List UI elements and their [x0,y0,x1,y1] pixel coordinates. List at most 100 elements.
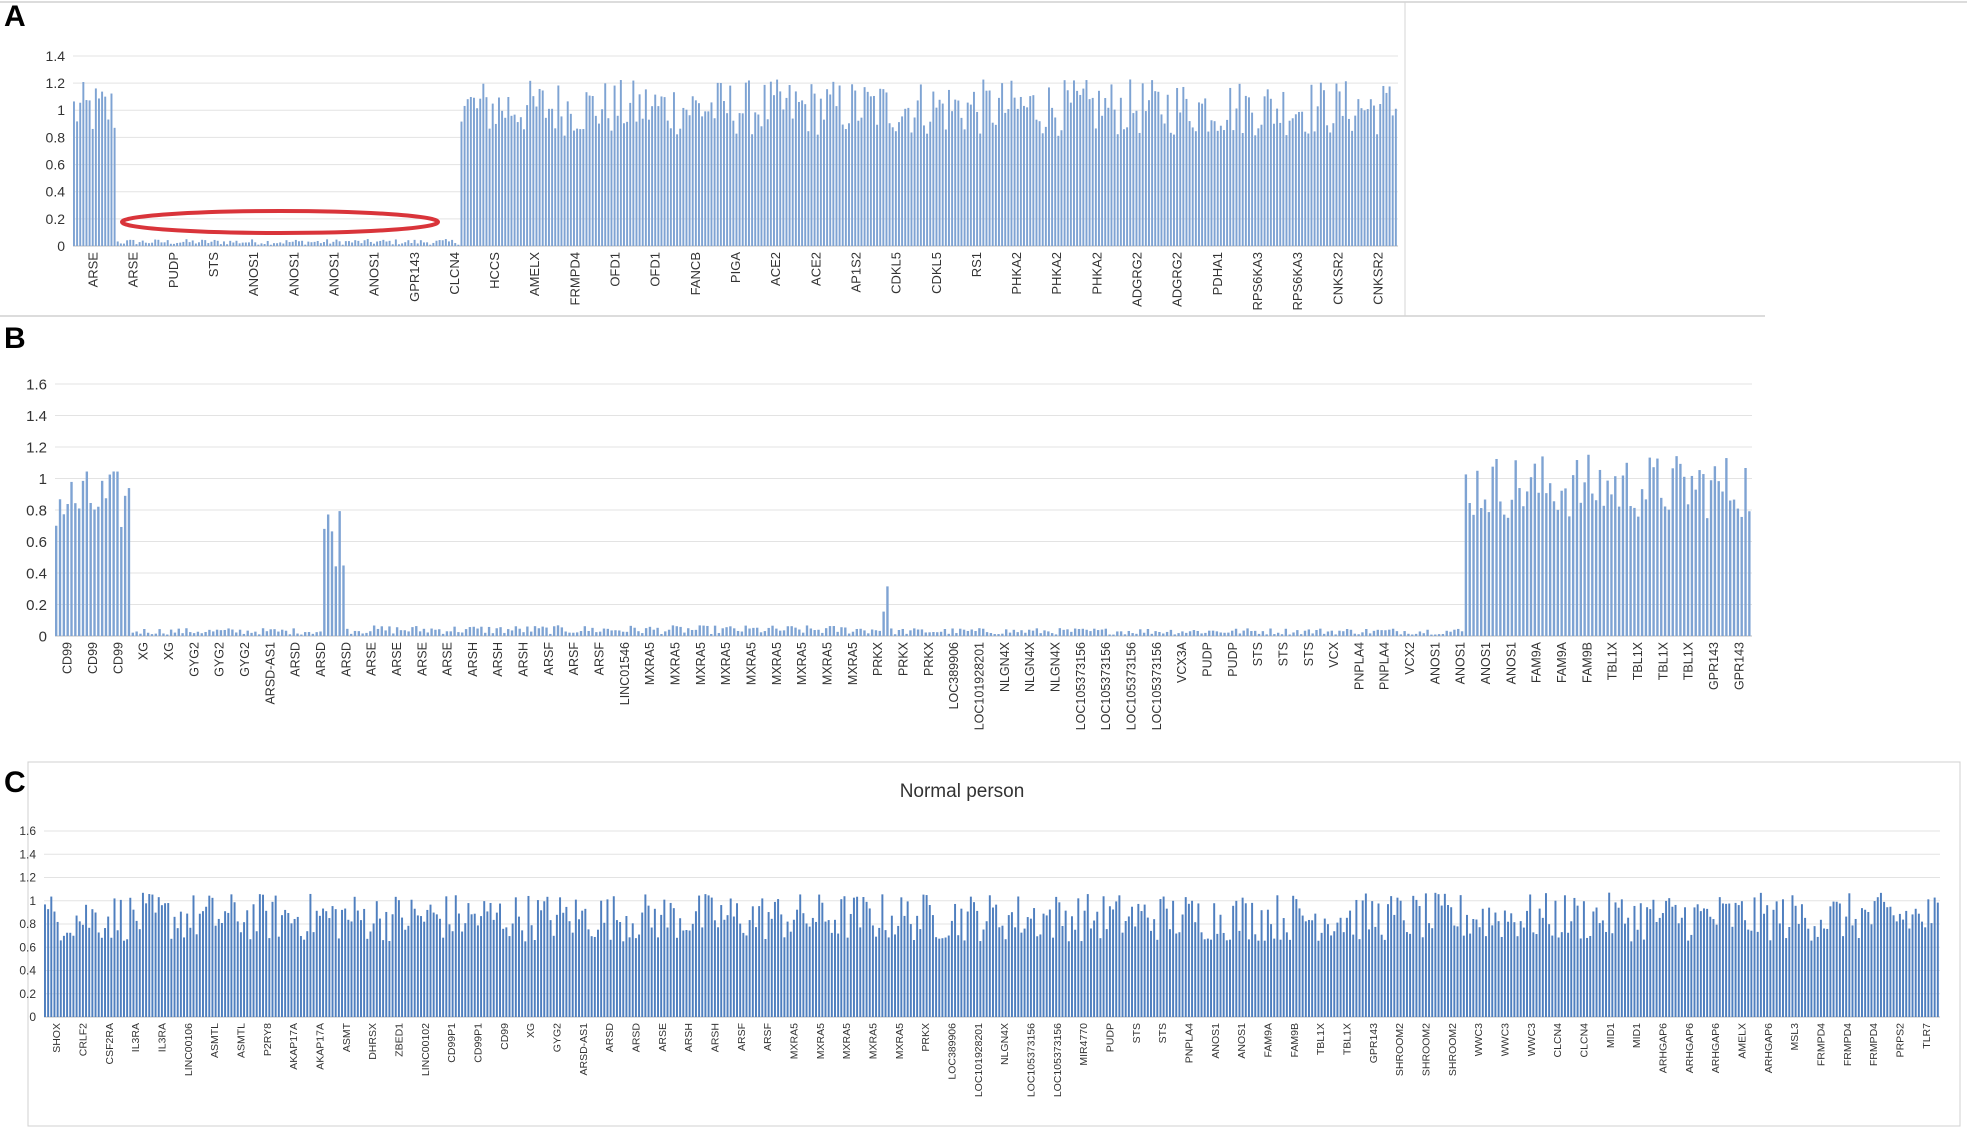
x-tick-label: MXRA5 [841,1023,853,1059]
data-bar [66,504,69,636]
data-bar [1457,628,1460,636]
data-bar [1936,902,1939,1017]
data-bar [1127,916,1130,1017]
data-bar [1380,934,1383,1017]
data-bar [143,629,146,636]
data-bar [1335,83,1338,246]
data-bar [146,632,150,636]
data-bar [992,907,994,1017]
data-bar [1644,499,1648,636]
data-bar [160,242,163,246]
data-bar [1254,934,1257,1017]
data-bar [1307,629,1311,636]
data-bar [1044,126,1047,246]
data-bar [1257,633,1261,636]
data-bar [1179,112,1182,247]
data-bar [1342,631,1345,636]
data-bar [582,129,585,246]
data-bar [298,241,300,246]
data-bar [158,629,161,636]
data-bar [1377,903,1380,1017]
data-bar [1694,489,1697,636]
data-bar [598,631,602,636]
data-bar [922,894,925,1017]
data-bar [244,242,247,246]
data-bar [1391,628,1395,636]
data-bar [1608,892,1611,1017]
data-bar [439,918,441,1017]
data-bar [732,120,735,246]
data-bar [1587,454,1590,636]
x-tick-label: CLCN4 [1579,1023,1591,1058]
data-bar [1361,632,1364,636]
data-bar [836,631,839,636]
data-bar [1388,629,1391,636]
data-bar [1200,633,1203,636]
data-bar [58,499,62,636]
data-bar [755,927,757,1017]
data-bar [1123,129,1125,246]
data-bar [1051,107,1054,246]
data-bar [1206,938,1209,1017]
data-bar [181,633,184,636]
data-bar [859,628,862,636]
data-bar [1908,928,1911,1017]
data-bar [1127,630,1130,636]
data-bar [1598,923,1601,1017]
data-bar [1108,634,1111,636]
data-bar [1552,501,1556,636]
data-bar [1235,108,1238,246]
x-tick-label: LINC00102 [420,1023,432,1076]
data-bar [287,913,290,1017]
data-bar [192,633,196,636]
data-bar [769,81,772,247]
data-bar [1759,892,1762,1017]
data-bar [154,239,157,246]
data-bar [637,631,640,636]
data-bar [688,115,691,247]
data-bar [1124,921,1127,1017]
data-bar [969,896,972,1017]
data-bar [494,123,497,246]
x-tick-label: CRLF2 [78,1023,90,1056]
data-bar [224,911,227,1017]
data-bar [593,936,596,1017]
data-bar [97,932,100,1017]
y-tick-label: 0.6 [46,156,66,172]
data-bar [1250,631,1253,636]
data-bar [334,566,338,636]
data-bar [736,903,738,1017]
data-bar [353,630,357,636]
data-bar [698,625,701,636]
data-bar [1282,91,1285,247]
data-bar [391,244,394,246]
data-bar [1399,900,1402,1017]
data-bar [578,919,580,1017]
data-bar [635,121,638,246]
data-bar [1434,892,1437,1017]
data-bar [129,239,132,246]
data-bar [1153,919,1156,1017]
data-bar [66,932,69,1017]
data-bar [871,925,874,1017]
data-bar [1229,87,1232,246]
data-bar [1355,899,1358,1017]
data-bar [913,117,916,246]
data-bar [1606,480,1609,636]
x-tick-label: MXRA5 [694,642,708,685]
data-bar [1652,899,1655,1017]
data-bar [249,939,252,1017]
data-bar [1301,111,1304,246]
data-bar [366,239,369,246]
data-bar [685,930,688,1017]
data-bar [638,94,641,246]
data-bar [1176,87,1179,247]
data-bar [909,924,912,1017]
data-bar [837,933,840,1017]
data-bar [1085,80,1088,246]
data-bar [1055,896,1058,1017]
data-bar [1545,493,1548,636]
data-bar [363,908,366,1017]
data-bar [464,923,467,1017]
data-bar [650,927,653,1017]
